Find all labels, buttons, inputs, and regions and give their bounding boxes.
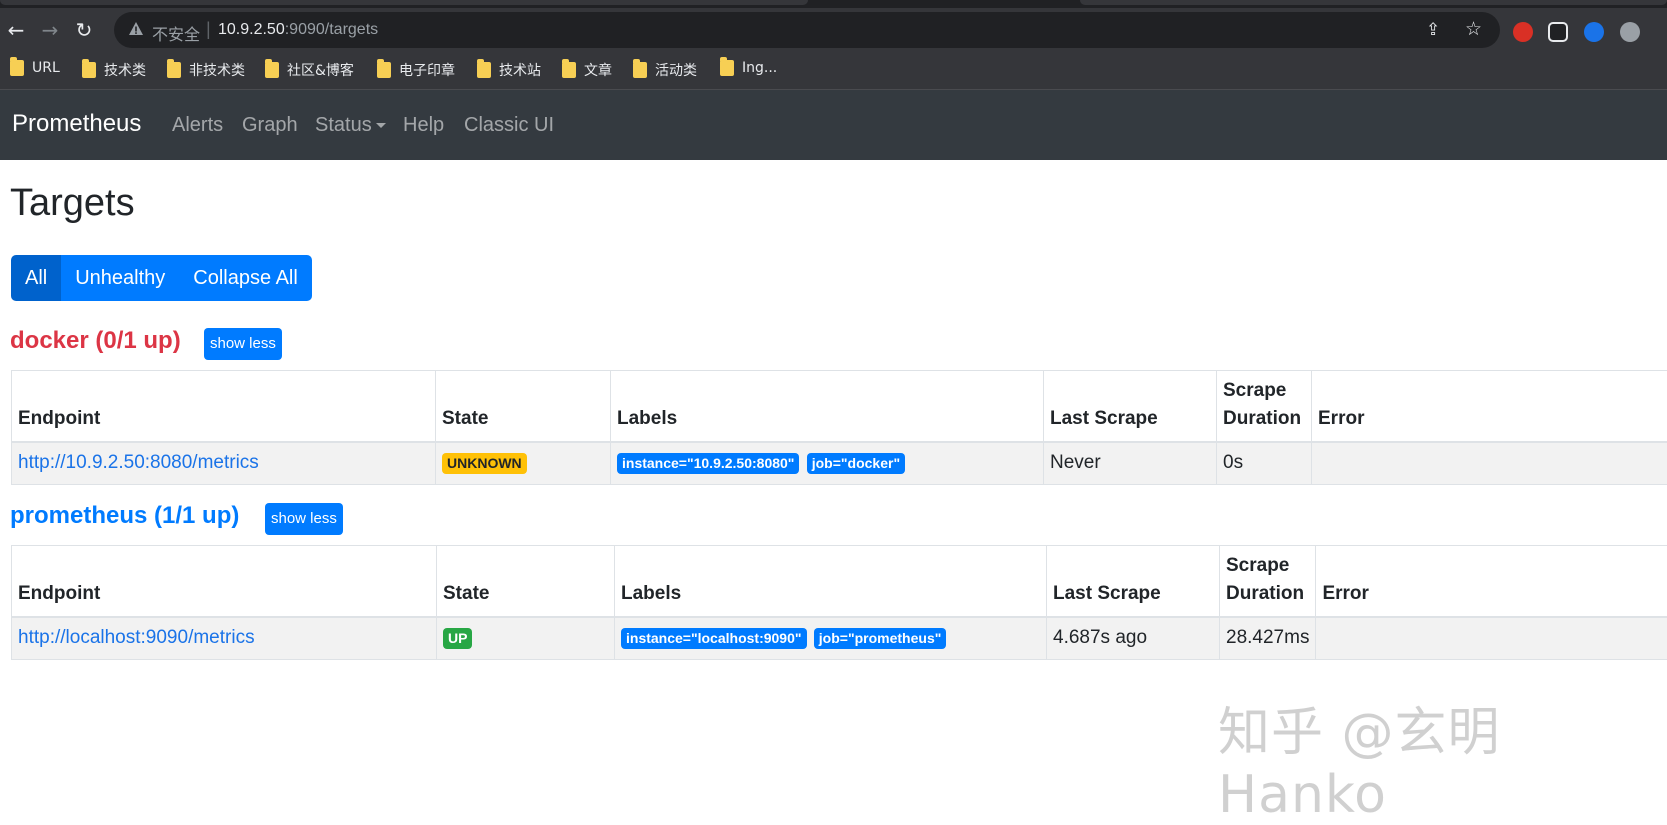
label-badge: job="prometheus" [814,628,947,649]
col-endpoint: Endpoint [12,546,437,618]
extension-triangle-icon[interactable] [1584,22,1604,42]
browser-tab[interactable] [1080,0,1667,5]
col-labels: Labels [611,371,1044,443]
col-state: State [437,546,615,618]
bookmark-folder[interactable]: URL [10,60,60,76]
folder-icon [720,60,734,76]
col-scrape-duration: Scrape Duration [1217,371,1312,443]
bookmark-label: 技术类 [104,60,146,80]
pool-title-docker[interactable]: docker (0/1 up) [10,327,181,355]
error-value [1312,442,1667,484]
last-scrape-value: 4.687s ago [1047,617,1220,659]
caret-down-icon [376,123,386,128]
scrape-duration-value: 0s [1217,442,1312,484]
app-navbar: Prometheus Alerts Graph Status Help Clas… [0,90,1667,160]
col-endpoint: Endpoint [12,371,436,443]
col-error: Error [1316,546,1667,618]
bookmark-label: Ing... [742,60,777,76]
folder-icon [10,60,24,76]
forward-icon[interactable]: → [38,18,62,42]
url-path: :9090/targets [285,21,378,38]
folder-icon [633,62,647,78]
nav-status-label: Status [315,114,372,136]
bookmark-folder[interactable]: 电子印章 [377,60,455,80]
share-icon[interactable]: ⇪ [1426,20,1446,40]
table-row: http://localhost:9090/metrics UP instanc… [12,617,1667,659]
filter-unhealthy-button[interactable]: Unhealthy [61,255,179,301]
label-badge: instance="10.9.2.50:8080" [617,453,799,474]
nav-graph[interactable]: Graph [242,114,298,137]
brand-logo[interactable]: Prometheus [12,110,141,138]
last-scrape-value: Never [1044,442,1217,484]
bookmarks-bar: URL 技术类 非技术类 社区&博客 电子印章 技术站 文章 活动类 Ing..… [0,52,1667,90]
folder-icon [377,62,391,78]
col-last-scrape: Last Scrape [1047,546,1220,618]
warning-icon[interactable] [128,21,144,37]
error-value [1316,617,1667,659]
col-state: State [436,371,611,443]
folder-icon [562,62,576,78]
bookmark-folder[interactable]: 技术类 [82,60,146,80]
col-scrape-duration: Scrape Duration [1220,546,1316,618]
watermark: 知乎 @玄明Hanko [1218,690,1667,825]
collapse-all-button[interactable]: Collapse All [179,255,312,301]
nav-classic-ui[interactable]: Classic UI [464,114,554,137]
page-title: Targets [10,182,135,225]
col-error: Error [1312,371,1667,443]
bookmark-label: 技术站 [499,60,541,80]
extension-avatar-icon[interactable] [1620,22,1640,42]
targets-table-prometheus: Endpoint State Labels Last Scrape Scrape… [11,545,1667,660]
bookmark-label: 电子印章 [399,60,455,80]
label-badge: instance="localhost:9090" [621,628,807,649]
nav-alerts[interactable]: Alerts [172,114,223,137]
url-host: 10.9.2.50 [218,21,285,38]
state-badge: UP [443,628,472,649]
browser-tab-strip [0,0,1667,8]
endpoint-link[interactable]: http://10.9.2.50:8080/metrics [18,452,259,473]
folder-icon [82,62,96,78]
folder-icon [477,62,491,78]
bookmark-folder[interactable]: 活动类 [633,60,697,80]
pool-title-prometheus[interactable]: prometheus (1/1 up) [10,502,239,530]
filter-all-button[interactable]: All [11,255,61,301]
bookmark-label: 社区&博客 [287,60,354,80]
bookmark-folder[interactable]: Ing... [720,60,777,76]
bookmark-folder[interactable]: 文章 [562,60,612,80]
state-badge: UNKNOWN [442,453,527,474]
filter-button-group: All Unhealthy Collapse All [11,255,312,301]
bookmark-folder[interactable]: 非技术类 [167,60,245,80]
table-header-row: Endpoint State Labels Last Scrape Scrape… [12,371,1667,443]
address-bar[interactable]: 不安全 | 10.9.2.50:9090/targets ⇪ ☆ [114,12,1500,48]
url-text[interactable]: 10.9.2.50:9090/targets [218,21,378,39]
folder-icon [265,62,279,78]
table-header-row: Endpoint State Labels Last Scrape Scrape… [12,546,1667,618]
nav-status-dropdown[interactable]: Status [315,114,386,137]
bookmark-label: 非技术类 [189,60,245,80]
show-less-button[interactable]: show less [204,328,282,360]
table-row: http://10.9.2.50:8080/metrics UNKNOWN in… [12,442,1667,484]
browser-tab[interactable] [0,0,808,5]
bookmark-label: 文章 [584,60,612,80]
scrape-duration-value: 28.427ms [1220,617,1316,659]
browser-toolbar: ← → ↻ 不安全 | 10.9.2.50:9090/targets ⇪ ☆ [0,8,1667,52]
extension-screen-icon[interactable] [1548,22,1568,42]
extension-adblock-icon[interactable] [1513,22,1533,42]
col-last-scrape: Last Scrape [1044,371,1217,443]
show-less-button[interactable]: show less [265,503,343,535]
url-separator: | [206,19,211,40]
label-badge: job="docker" [807,453,905,474]
bookmark-label: URL [32,60,60,76]
col-labels: Labels [615,546,1047,618]
back-icon[interactable]: ← [4,18,28,42]
bookmark-folder[interactable]: 技术站 [477,60,541,80]
reload-icon[interactable]: ↻ [72,18,96,42]
bookmark-star-icon[interactable]: ☆ [1465,18,1482,41]
bookmark-folder[interactable]: 社区&博客 [265,60,354,80]
folder-icon [167,62,181,78]
targets-table-docker: Endpoint State Labels Last Scrape Scrape… [11,370,1667,485]
endpoint-link[interactable]: http://localhost:9090/metrics [18,627,255,648]
insecure-label[interactable]: 不安全 [152,21,200,45]
nav-help[interactable]: Help [403,114,444,137]
bookmark-label: 活动类 [655,60,697,80]
